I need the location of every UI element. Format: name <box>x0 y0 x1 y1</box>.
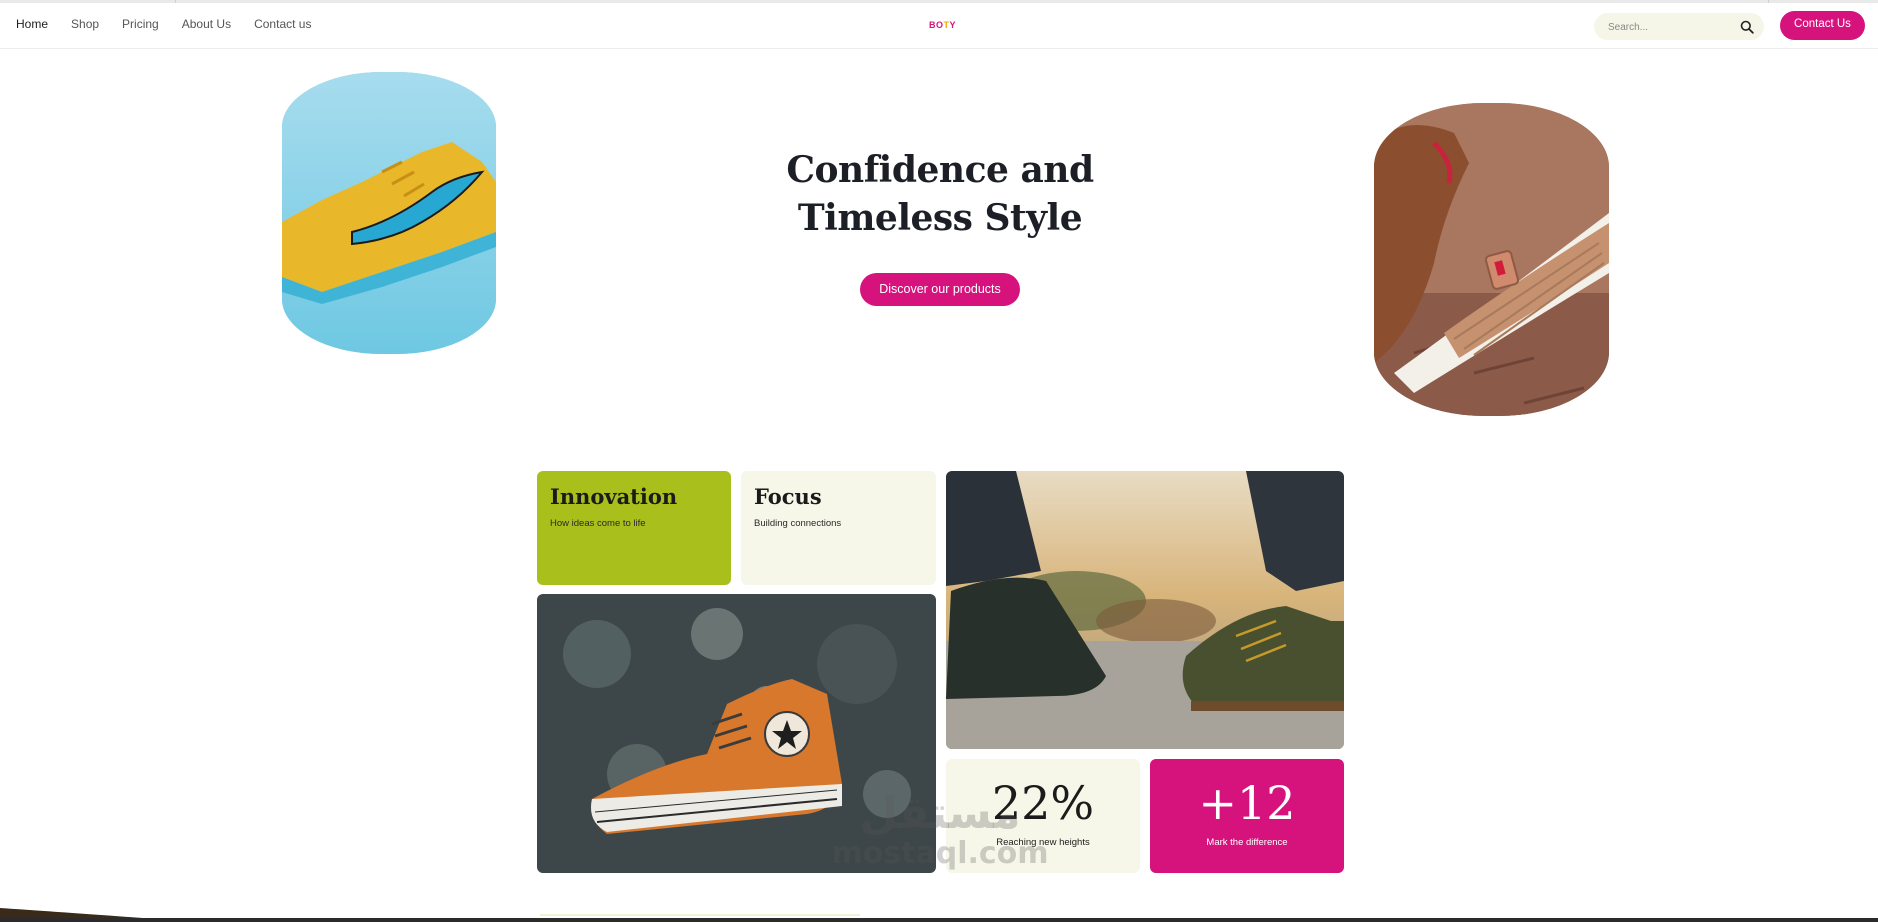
boots-illustration <box>946 471 1344 749</box>
brown-shoe-image <box>1374 103 1609 416</box>
stat-card-difference: +12 Mark the difference <box>1150 759 1344 873</box>
contact-us-button[interactable]: Contact Us <box>1780 11 1865 40</box>
decorative-curve <box>0 908 170 920</box>
stat-label: Reaching new heights <box>996 837 1090 848</box>
nav-link-about-us[interactable]: About Us <box>182 17 231 31</box>
boots-photo <box>946 471 1344 749</box>
logo-part: BO <box>929 20 944 30</box>
card-title: Focus <box>754 484 822 509</box>
brand-logo[interactable]: BOTY <box>929 20 956 30</box>
yellow-sneaker-image <box>282 72 496 354</box>
discover-products-button[interactable]: Discover our products <box>860 273 1020 306</box>
converse-illustration <box>537 594 936 873</box>
shoe-illustration <box>1374 103 1609 416</box>
stat-label: Mark the difference <box>1206 837 1288 848</box>
top-navigation: Home Shop Pricing About Us Contact us BO… <box>0 3 1878 49</box>
stat-value: +12 <box>1198 776 1296 830</box>
nav-links: Home Shop Pricing About Us Contact us <box>16 17 334 31</box>
card-subtitle: Building connections <box>754 518 842 529</box>
orange-sneaker-photo <box>537 594 936 873</box>
nav-link-pricing[interactable]: Pricing <box>122 17 159 31</box>
next-section-edge <box>540 914 860 916</box>
bottom-edge <box>0 918 1878 922</box>
innovation-card: Innovation How ideas come to life <box>537 471 731 585</box>
stat-value: 22% <box>991 776 1095 830</box>
stat-card-growth: 22% Reaching new heights <box>946 759 1140 873</box>
search-input[interactable] <box>1606 18 1740 37</box>
hero-title-line: Timeless Style <box>797 197 1083 239</box>
card-title: Innovation <box>550 484 678 509</box>
sneaker-illustration <box>282 72 496 354</box>
nav-link-contact-us[interactable]: Contact us <box>254 17 311 31</box>
hero-title-line: Confidence and <box>786 149 1094 191</box>
nav-link-shop[interactable]: Shop <box>71 17 99 31</box>
card-subtitle: How ideas come to life <box>550 518 646 529</box>
hero-title: Confidence and Timeless Style <box>740 146 1140 242</box>
logo-part: Y <box>949 20 957 30</box>
focus-card: Focus Building connections <box>741 471 936 585</box>
search-icon[interactable] <box>1740 20 1754 34</box>
nav-link-home[interactable]: Home <box>16 17 48 31</box>
search-box <box>1594 13 1764 40</box>
